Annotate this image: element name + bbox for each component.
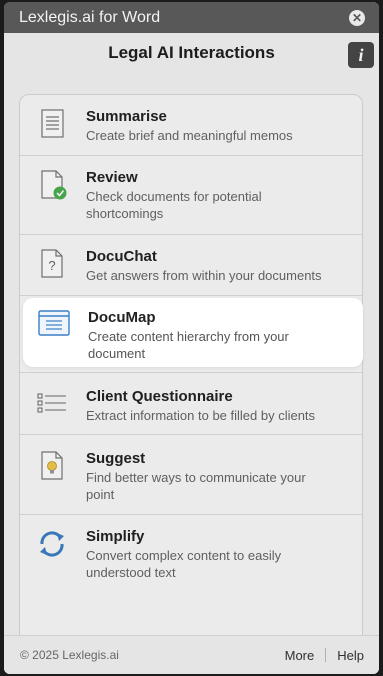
item-name: DocuMap (88, 309, 156, 326)
item-description: Check documents for potential shortcomin… (86, 189, 262, 221)
list-item-docuchat[interactable]: ? DocuChat Get answers from within your … (20, 248, 362, 284)
item-name: Summarise (86, 108, 167, 125)
item-description: Get answers from within your documents (86, 268, 322, 283)
item-name: Client Questionnaire (86, 388, 233, 405)
item-name: Simplify (86, 528, 145, 545)
document-outline-icon (38, 310, 70, 336)
item-description: Convert complex content to easily unders… (86, 548, 282, 580)
divider (20, 295, 362, 296)
item-name: Suggest (86, 450, 146, 467)
page-header: Legal AI Interactions i (4, 33, 379, 73)
close-icon[interactable]: ✕ (349, 9, 365, 26)
list-item-review[interactable]: Review Check documents for potential sho… (20, 169, 362, 222)
divider (20, 155, 362, 156)
footer: © 2025 Lexlegis.ai More Help (4, 635, 379, 674)
list-item-summarise[interactable]: Summarise Create brief and meaningful me… (20, 108, 362, 144)
page-title: Legal AI Interactions (108, 43, 275, 62)
divider (20, 234, 362, 235)
title-bar: Lexlegis.ai for Word ✕ (4, 2, 379, 33)
refresh-arrows-icon (40, 531, 64, 557)
more-link[interactable]: More (285, 648, 315, 663)
item-description: Extract information to be filled by clie… (86, 408, 316, 423)
info-button[interactable]: i (348, 42, 374, 68)
window-title: Lexlegis.ai for Word (19, 8, 161, 26)
svg-text:?: ? (48, 258, 55, 273)
list-item-suggest[interactable]: Suggest Find better ways to communicate … (20, 450, 362, 503)
footer-divider (325, 648, 327, 662)
item-description: Create content hierarchy from your docum… (88, 329, 289, 361)
item-name: Review (86, 169, 138, 186)
item-name: DocuChat (86, 248, 157, 265)
copyright-text: © 2025 Lexlegis.ai (20, 648, 119, 662)
document-lines-icon (41, 109, 64, 138)
help-link[interactable]: Help (337, 648, 364, 663)
add-in-window: Lexlegis.ai for Word ✕ Legal AI Interact… (4, 2, 379, 674)
item-description: Create brief and meaningful memos (86, 128, 293, 143)
document-question-icon: ? (41, 249, 63, 278)
list-item-simplify[interactable]: Simplify Convert complex content to easi… (20, 528, 362, 581)
divider (20, 514, 362, 515)
interaction-list: Summarise Create brief and meaningful me… (19, 94, 363, 651)
list-item-documap[interactable]: DocuMap Create content hierarchy from yo… (23, 298, 363, 367)
item-description: Find better ways to communicate your poi… (86, 470, 306, 502)
divider (20, 372, 362, 373)
list-item-client-questionnaire[interactable]: Client Questionnaire Extract information… (20, 388, 362, 424)
checklist-icon (37, 393, 66, 413)
divider (20, 434, 362, 435)
document-check-icon (41, 170, 67, 200)
document-bulb-icon (41, 451, 63, 480)
